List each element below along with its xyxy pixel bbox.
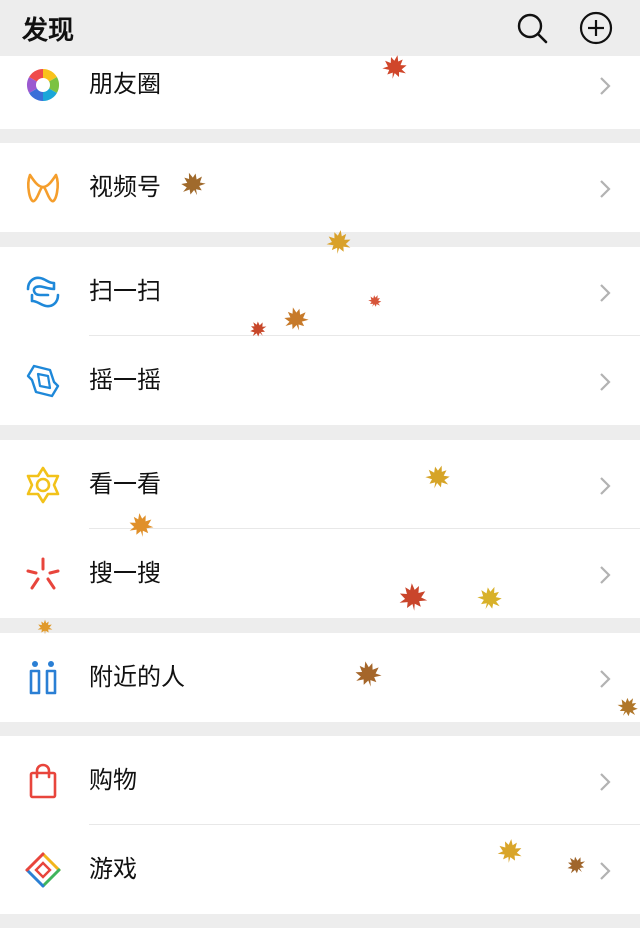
scan-icon bbox=[24, 273, 62, 311]
search-spark-icon bbox=[24, 555, 62, 593]
group-nearby: 附近的人 bbox=[0, 633, 640, 722]
menu-item-top-stories[interactable]: 看一看 bbox=[0, 440, 640, 529]
chevron-right-icon bbox=[598, 565, 612, 585]
top-bar: 发现 bbox=[0, 0, 640, 56]
chevron-right-icon bbox=[598, 76, 612, 96]
menu-item-people-nearby[interactable]: 附近的人 bbox=[0, 633, 640, 722]
aperture-icon bbox=[24, 66, 62, 104]
chevron-right-icon bbox=[598, 772, 612, 792]
menu-label: 搜一搜 bbox=[89, 559, 161, 587]
game-diamond-icon bbox=[24, 851, 62, 889]
menu-label: 附近的人 bbox=[89, 663, 185, 691]
chevron-right-icon bbox=[598, 283, 612, 303]
menu-item-games[interactable]: 游戏 bbox=[0, 825, 640, 914]
star-icon bbox=[24, 466, 62, 504]
menu-label: 看一看 bbox=[89, 470, 161, 498]
group-scan-shake: 扫一扫 摇一摇 bbox=[0, 247, 640, 425]
people-nearby-icon bbox=[24, 659, 62, 697]
menu-label: 视频号 bbox=[89, 173, 161, 201]
menu-item-channels[interactable]: 视频号 bbox=[0, 143, 640, 232]
shake-icon bbox=[24, 362, 62, 400]
plus-circle-icon[interactable] bbox=[578, 10, 614, 46]
chevron-right-icon bbox=[598, 476, 612, 496]
chevron-right-icon bbox=[598, 669, 612, 689]
menu-label: 购物 bbox=[89, 766, 137, 794]
shopping-bag-icon bbox=[24, 762, 62, 800]
menu-item-shopping[interactable]: 购物 bbox=[0, 736, 640, 825]
menu-label: 游戏 bbox=[89, 855, 137, 883]
menu-item-shake[interactable]: 摇一摇 bbox=[0, 336, 640, 425]
menu-item-scan[interactable]: 扫一扫 bbox=[0, 247, 640, 336]
page-title: 发现 bbox=[22, 16, 75, 46]
group-shopping-games: 购物 游戏 bbox=[0, 736, 640, 914]
search-icon[interactable] bbox=[514, 10, 550, 46]
menu-item-search[interactable]: 搜一搜 bbox=[0, 529, 640, 618]
menu-label: 扫一扫 bbox=[89, 277, 161, 305]
group-look-search: 看一看 搜一搜 bbox=[0, 440, 640, 618]
channels-icon bbox=[24, 169, 62, 207]
group-channels: 视频号 bbox=[0, 143, 640, 232]
chevron-right-icon bbox=[598, 179, 612, 199]
chevron-right-icon bbox=[598, 372, 612, 392]
menu-label: 摇一摇 bbox=[89, 366, 161, 394]
chevron-right-icon bbox=[598, 861, 612, 881]
